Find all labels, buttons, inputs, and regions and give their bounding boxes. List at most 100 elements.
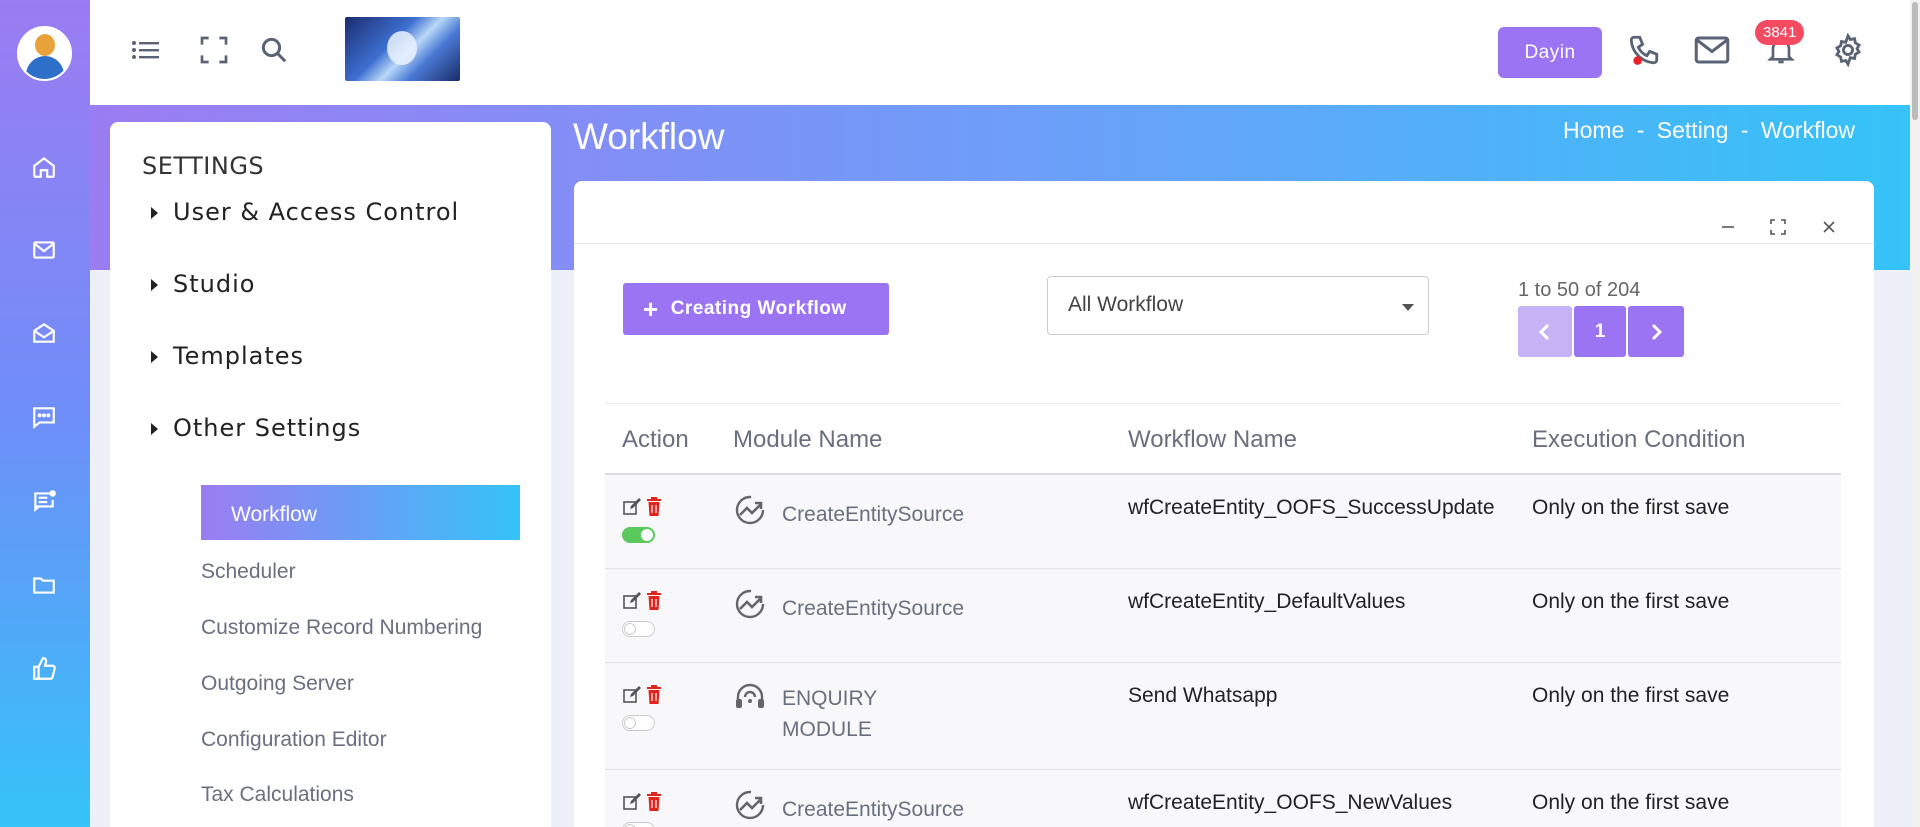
mail-icon[interactable] <box>27 233 61 267</box>
folder-icon[interactable] <box>27 568 61 602</box>
trash-icon[interactable] <box>646 591 662 611</box>
edit-icon[interactable] <box>622 591 642 611</box>
table-row[interactable]: CreateEntitySource wfCreateEntity_OOFS_N… <box>605 770 1841 827</box>
breadcrumb-setting[interactable]: Setting <box>1657 117 1729 143</box>
pagination: 1 <box>1518 306 1684 357</box>
trash-icon[interactable] <box>646 685 662 705</box>
workflow-name: wfCreateEntity_OOFS_SuccessUpdate <box>1128 496 1495 519</box>
workflow-filter-select[interactable]: All Workflow <box>1047 276 1429 335</box>
execution-condition: Only on the first save <box>1532 791 1730 814</box>
edit-icon[interactable] <box>622 792 642 812</box>
settings-item-scheduler[interactable]: Scheduler <box>201 560 296 584</box>
settings-item-outgoing-server[interactable]: Outgoing Server <box>201 672 354 696</box>
column-header-action: Action <box>622 426 689 453</box>
table-row[interactable]: ENQUIRY MODULE Send Whatsapp Only on the… <box>605 663 1841 770</box>
workflow-filter-value: All Workflow <box>1068 293 1184 316</box>
gear-icon[interactable] <box>1830 32 1866 68</box>
pagination-range: 1 to 50 of 204 <box>1518 279 1641 301</box>
expand-icon[interactable] <box>1766 215 1790 239</box>
breadcrumb-workflow: Workflow <box>1760 117 1855 143</box>
column-header-module[interactable]: Module Name <box>733 426 882 454</box>
settings-item-tax-calculations[interactable]: Tax Calculations <box>201 783 354 807</box>
caret-right-icon <box>151 207 158 219</box>
notification-count-badge: 3841 <box>1755 20 1805 45</box>
create-workflow-button[interactable]: + Creating Workflow <box>623 283 889 335</box>
page-number-button[interactable]: 1 <box>1574 306 1626 357</box>
home-icon[interactable] <box>27 150 61 184</box>
minimize-icon[interactable] <box>1716 215 1740 239</box>
brand-logo-image <box>345 17 460 81</box>
table-header: Action Module Name Workflow Name Executi… <box>605 403 1841 475</box>
settings-item-workflow[interactable]: Workflow <box>201 485 520 540</box>
trend-icon <box>735 790 765 820</box>
workflow-name: wfCreateEntity_OOFS_NewValues <box>1128 791 1453 814</box>
settings-panel: SETTINGS User & Access Control Studio Te… <box>110 122 551 827</box>
breadcrumb-home[interactable]: Home <box>1563 117 1624 143</box>
dayin-button[interactable]: Dayin <box>1498 27 1602 78</box>
settings-group-label: Studio <box>173 270 256 298</box>
settings-group-user-access[interactable]: User & Access Control <box>151 198 460 226</box>
trash-icon[interactable] <box>646 792 662 812</box>
settings-group-templates[interactable]: Templates <box>151 342 305 370</box>
caret-right-icon <box>151 423 158 435</box>
plus-icon: + <box>643 294 659 324</box>
module-name: ENQUIRY MODULE <box>782 687 877 741</box>
settings-group-label: Templates <box>173 342 305 370</box>
edit-icon[interactable] <box>622 497 642 517</box>
menu-list-icon[interactable] <box>128 32 164 68</box>
user-avatar[interactable] <box>17 26 72 81</box>
message-notice-icon[interactable] <box>27 484 61 518</box>
left-rail <box>0 0 90 827</box>
table-row[interactable]: CreateEntitySource wfCreateEntity_OOFS_S… <box>605 475 1841 569</box>
chevron-down-icon <box>1402 304 1414 311</box>
workflow-name: Send Whatsapp <box>1128 684 1278 707</box>
workflow-name: wfCreateEntity_DefaultValues <box>1128 590 1406 613</box>
breadcrumb-separator: - <box>1740 117 1749 143</box>
enable-toggle[interactable] <box>622 822 655 827</box>
settings-group-label: User & Access Control <box>173 198 460 226</box>
chat-icon[interactable] <box>27 400 61 434</box>
create-workflow-label: Creating Workflow <box>670 298 847 319</box>
settings-group-other[interactable]: Other Settings <box>151 414 362 442</box>
settings-heading: SETTINGS <box>142 152 265 180</box>
trend-icon <box>735 495 765 525</box>
execution-condition: Only on the first save <box>1532 684 1730 707</box>
settings-item-configuration-editor[interactable]: Configuration Editor <box>201 728 387 752</box>
module-name: CreateEntitySource <box>782 503 965 526</box>
column-header-condition[interactable]: Execution Condition <box>1532 426 1745 454</box>
settings-item-record-numbering[interactable]: Customize Record Numbering <box>201 616 482 640</box>
workflow-card: + Creating Workflow All Workflow 1 to 50… <box>574 181 1874 827</box>
settings-group-label: Other Settings <box>173 414 362 442</box>
thumbs-up-icon[interactable] <box>27 652 61 686</box>
caret-right-icon <box>151 279 158 291</box>
module-name: CreateEntitySource <box>782 597 965 620</box>
trend-icon <box>735 589 765 619</box>
workflow-table: Action Module Name Workflow Name Executi… <box>605 403 1841 827</box>
phone-icon[interactable] <box>1626 32 1662 68</box>
trash-icon[interactable] <box>646 497 662 517</box>
breadcrumb: Home - Setting - Workflow <box>1560 117 1858 144</box>
prev-page-button[interactable] <box>1518 306 1572 357</box>
messages-icon[interactable] <box>1694 32 1730 68</box>
fullscreen-icon[interactable] <box>196 32 232 68</box>
mail-open-icon[interactable] <box>27 316 61 350</box>
page-title: Workflow <box>573 116 725 157</box>
enable-toggle[interactable] <box>622 527 655 543</box>
caret-right-icon <box>151 351 158 363</box>
search-icon[interactable] <box>256 32 292 68</box>
execution-condition: Only on the first save <box>1532 496 1730 519</box>
close-icon[interactable] <box>1817 215 1841 239</box>
column-header-workflow[interactable]: Workflow Name <box>1128 426 1297 454</box>
settings-group-studio[interactable]: Studio <box>151 270 256 298</box>
enable-toggle[interactable] <box>622 621 655 637</box>
module-name: CreateEntitySource <box>782 798 965 821</box>
edit-icon[interactable] <box>622 685 642 705</box>
execution-condition: Only on the first save <box>1532 590 1730 613</box>
top-header: Dayin 3841 <box>90 0 1920 105</box>
page-scrollbar[interactable] <box>1910 0 1920 827</box>
table-row[interactable]: CreateEntitySource wfCreateEntity_Defaul… <box>605 569 1841 663</box>
next-page-button[interactable] <box>1628 306 1684 357</box>
enable-toggle[interactable] <box>622 715 655 731</box>
headset-icon <box>736 683 764 708</box>
card-toolbar <box>574 181 1874 244</box>
